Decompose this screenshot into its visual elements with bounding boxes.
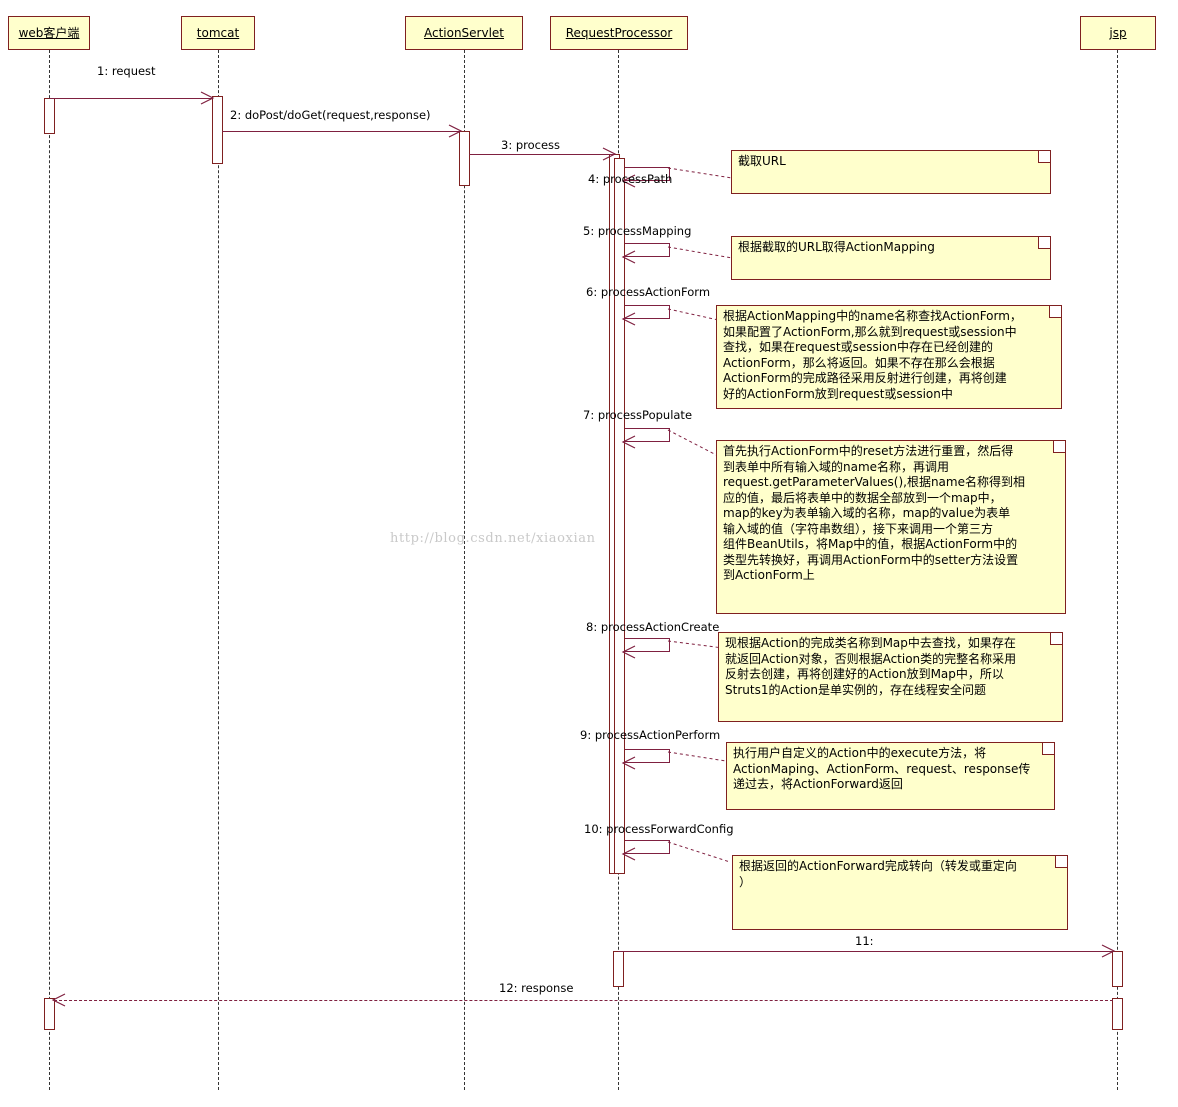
message-label-2: 2: doPost/doGet(request,response) [230,108,431,122]
arrow-head-6 [621,311,638,327]
note-fold-icon [1050,633,1062,645]
lifeline-label-jsp: jsp [1109,26,1127,40]
note-fold-icon [1042,743,1054,755]
arrow-head-10 [621,846,638,862]
message-label-7: 7: processPopulate [583,408,693,422]
message-label-6: 6: processActionForm [586,285,711,299]
lifeline-header-tomcat[interactable]: tomcat [181,16,255,50]
note-connector-10 [667,841,731,863]
arrow-head-3 [601,146,617,162]
message-label-1: 1: request [97,64,156,78]
note-text-processforwardconfig: 根据返回的ActionForward完成转向（转发或重定向 ） [739,859,1017,889]
note-processactionform: 根据ActionMapping中的name名称查找ActionForm， 如果配… [716,305,1062,409]
note-processpath: 截取URL [731,150,1051,194]
message-line-11 [618,951,1113,952]
note-fold-icon [1053,441,1065,453]
arrow-head-8 [621,644,638,660]
lifeline-tomcat [218,50,219,1090]
message-label-5: 5: processMapping [583,224,692,238]
activation-actionservlet [459,131,470,186]
note-fold-icon [1055,856,1067,868]
message-label-9: 9: processActionPerform [580,728,721,742]
message-label-3: 3: process [501,138,561,152]
note-text-processactionform: 根据ActionMapping中的name名称查找ActionForm， 如果配… [723,309,1022,401]
note-text-processmapping: 根据截取的URL取得ActionMapping [738,240,935,254]
message-line-12 [54,1000,1113,1001]
message-label-12: 12: response [499,981,574,995]
activation-web-request [44,98,55,134]
note-connector-4 [667,167,733,179]
note-processpopulate: 首先执行ActionForm中的reset方法进行重置，然后得 到表单中所有输入… [716,440,1066,614]
message-line-3 [469,154,615,155]
note-text-processpath: 截取URL [738,154,786,168]
arrow-head-9 [621,755,638,771]
note-processforwardconfig: 根据返回的ActionForward完成转向（转发或重定向 ） [732,855,1068,930]
lifeline-jsp [1117,50,1118,1090]
lifeline-web [49,50,50,1090]
note-processactioncreate: 现根据Action的完成类名称到Map中去查找，如果存在 就返回Action对象… [718,632,1063,722]
lifeline-header-actionservlet[interactable]: ActionServlet [405,16,523,50]
arrow-head-1 [199,90,215,106]
arrow-head-7 [621,434,638,450]
lifeline-label-requestprocessor: RequestProcessor [565,26,673,40]
lifeline-header-requestprocessor[interactable]: RequestProcessor [550,16,688,50]
note-processactionperform: 执行用户自定义的Action中的execute方法，将 ActionMaping… [726,742,1055,810]
lifeline-label-web: web客户端 [18,26,80,40]
message-label-11: 11: [855,934,874,948]
note-fold-icon [1049,306,1061,318]
message-label-10: 10: processForwardConfig [584,822,734,836]
message-label-8: 8: processActionCreate [586,620,720,634]
activation-requestprocessor-forward [613,951,624,987]
lifeline-actionservlet [464,50,465,1090]
lifeline-label-tomcat: tomcat [196,26,240,40]
activation-jsp-response [1112,998,1123,1030]
note-fold-icon [1038,151,1050,163]
watermark-text: http://blog.csdn.net/xiaoxian [390,531,596,546]
message-line-2 [222,131,460,132]
message-label-4: 4: processPath [588,172,673,186]
lifeline-label-actionservlet: ActionServlet [423,26,505,40]
lifeline-header-jsp[interactable]: jsp [1080,16,1156,50]
note-text-processpopulate: 首先执行ActionForm中的reset方法进行重置，然后得 到表单中所有输入… [723,444,1025,582]
arrow-head-2 [447,123,463,139]
note-processmapping: 根据截取的URL取得ActionMapping [731,236,1051,280]
arrow-head-5 [621,249,638,265]
note-fold-icon [1038,237,1050,249]
arrow-head-11 [1100,943,1116,959]
note-text-processactionperform: 执行用户自定义的Action中的execute方法，将 ActionMaping… [733,746,1031,791]
message-line-1 [49,98,213,99]
lifeline-header-web[interactable]: web客户端 [8,16,90,50]
sequence-diagram-canvas: http://blog.csdn.net/xiaoxian web客户端 tom… [0,0,1178,1107]
note-text-processactioncreate: 现根据Action的完成类名称到Map中去查找，如果存在 就返回Action对象… [725,636,1017,697]
note-connector-9 [667,751,727,762]
activation-tomcat [212,96,223,164]
arrow-head-12 [51,992,68,1008]
note-connector-5 [667,246,733,259]
